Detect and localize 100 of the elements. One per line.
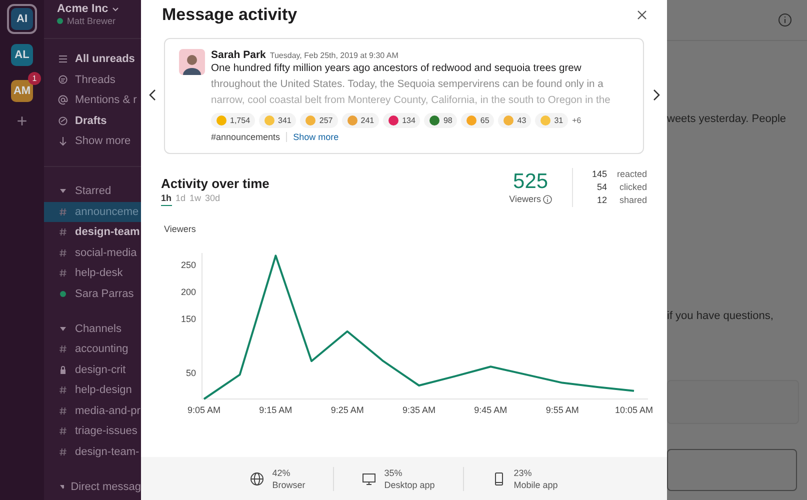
sidebar-nav-item[interactable]: All unreads — [75, 53, 135, 66]
channel-item[interactable]: design-crit — [44, 360, 141, 380]
platform-share: 35% — [384, 466, 404, 478]
platform-label: Desktop app — [384, 478, 435, 490]
dialog-title: Message activity — [162, 5, 298, 25]
sidebar-nav-item[interactable]: Show more — [75, 135, 131, 148]
channel-item[interactable]: accounting — [44, 339, 141, 360]
platform-label: Mobile app — [514, 478, 558, 490]
axis-tick-label: 200 — [180, 286, 196, 297]
at-sign-icon — [58, 95, 68, 106]
workspace-name[interactable]: Acme Inc — [57, 3, 108, 15]
axis-tick-label: 9:45 AM — [474, 405, 508, 415]
message-text: throughout the United States. Today, the Sequoia sempervirens can be found only in a — [211, 78, 604, 92]
section-heading[interactable]: Direct messag — [70, 480, 141, 492]
reaction-pill[interactable]: 65 — [461, 113, 494, 128]
axis-title: Viewers — [164, 224, 196, 234]
workspace-switcher[interactable]: AI — [7, 4, 37, 34]
globe-icon — [250, 472, 264, 486]
avatar-icon — [179, 49, 205, 75]
reaction-pill[interactable]: 134 — [383, 113, 420, 128]
notification-badge: 1 — [28, 72, 41, 85]
hash-icon — [58, 446, 68, 457]
time-range-tab[interactable]: 30d — [205, 193, 220, 206]
message-input[interactable] — [667, 449, 797, 491]
stat-label: clicked — [618, 181, 647, 194]
platform-share: 42% — [272, 466, 292, 478]
hash-icon — [58, 206, 68, 217]
add-workspace-button[interactable]: + — [16, 112, 28, 130]
lock-icon — [58, 364, 68, 375]
axis-tick-label: 9:05 AM — [187, 405, 221, 415]
platform-share: 23% — [514, 466, 533, 478]
more-reactions-count[interactable]: +6 — [572, 116, 582, 125]
stat-count: 145 — [590, 168, 607, 181]
axis-tick-label: 10:05 AM — [614, 405, 654, 415]
reaction-pill[interactable]: 1,754 — [211, 113, 256, 128]
reaction-pill[interactable]: 241 — [342, 113, 380, 128]
viewers-label: Viewers — [509, 194, 541, 204]
reaction-pill[interactable]: 31 — [535, 113, 568, 128]
channel-item[interactable]: help-design — [44, 380, 141, 400]
menu-icon — [58, 54, 68, 64]
chevron-right-icon — [652, 88, 660, 100]
section-title: Activity over time — [161, 176, 270, 191]
viewers-count: 525 — [512, 170, 550, 194]
channel-item[interactable]: Sara Parras — [44, 284, 141, 304]
axis-tick-label: 250 — [180, 260, 196, 270]
channel-name[interactable]: #announcements — [211, 132, 280, 142]
reaction-pill[interactable]: 257 — [300, 113, 338, 128]
user-name: Matt Brewer — [67, 16, 116, 26]
message-text: weets yesterday. People — [667, 113, 788, 125]
sidebar-nav-item[interactable]: Threads — [75, 74, 116, 86]
time-range-tab[interactable]: 1w — [190, 193, 202, 206]
monitor-icon — [362, 472, 376, 486]
channel-item[interactable]: help-desk — [44, 263, 141, 284]
hash-icon — [58, 344, 68, 354]
section-heading[interactable]: Starred — [75, 185, 112, 197]
axis-tick-label: 9:35 AM — [402, 405, 436, 415]
channel-item[interactable]: design-team- — [44, 442, 141, 462]
channel-item[interactable]: media-and-pr — [44, 400, 141, 421]
caret-icon — [112, 6, 120, 12]
channel-item[interactable]: announceme — [44, 202, 141, 222]
channel-item[interactable]: triage-issues — [44, 421, 141, 442]
axis-tick-label: 50 — [186, 368, 196, 378]
show-more-link[interactable]: Show more — [293, 132, 339, 142]
status-dot — [57, 18, 63, 24]
draft-icon — [58, 116, 68, 126]
time-range-tab[interactable]: 1d — [176, 193, 186, 206]
axis-tick-label: 150 — [180, 314, 196, 324]
stat-label: shared — [618, 194, 647, 207]
channel-item[interactable]: design-team — [44, 222, 141, 242]
stat-count: 12 — [596, 194, 607, 207]
hash-icon — [58, 426, 68, 436]
sidebar-nav-item[interactable]: Drafts — [75, 114, 107, 127]
reaction-pill[interactable]: 98 — [424, 113, 458, 128]
reaction-pill[interactable]: 43 — [498, 113, 532, 128]
hash-icon — [58, 248, 68, 258]
info-icon[interactable] — [778, 13, 792, 27]
chevron-left-icon — [148, 88, 156, 100]
author-name[interactable]: Sarah Park — [211, 49, 266, 61]
hash-icon — [58, 227, 68, 238]
hash-icon — [58, 406, 68, 416]
hash-icon — [58, 268, 68, 278]
down-arrow-icon — [58, 136, 68, 146]
reaction-pill[interactable]: 341 — [259, 113, 296, 128]
time-range-tab[interactable]: 1h — [161, 193, 172, 206]
info-icon[interactable] — [543, 194, 552, 204]
stat-label: reacted — [616, 168, 647, 181]
platform-label: Browser — [272, 478, 306, 490]
section-heading[interactable]: Channels — [75, 322, 122, 334]
message-text: One hundred fifty million years ago ancestors of redwood and sequoia trees grew — [211, 62, 582, 76]
hash-icon — [58, 385, 68, 396]
message-timestamp: Tuesday, Feb 25th, 2019 at 9:30 AM — [270, 51, 398, 60]
axis-tick-label: 9:55 AM — [546, 405, 579, 415]
speech-bubble-icon — [58, 74, 68, 85]
axis-tick-label: 9:25 AM — [330, 405, 364, 415]
sidebar-nav-item[interactable]: Mentions & r — [75, 94, 137, 106]
message-text: narrow, cool coastal belt from Monterey County, California, in the south to Oregon in the — [211, 94, 610, 108]
channel-item[interactable]: social-media — [44, 242, 141, 263]
close-icon — [637, 10, 647, 20]
message-text: if you have questions, — [667, 310, 774, 322]
stat-count: 54 — [596, 181, 607, 194]
